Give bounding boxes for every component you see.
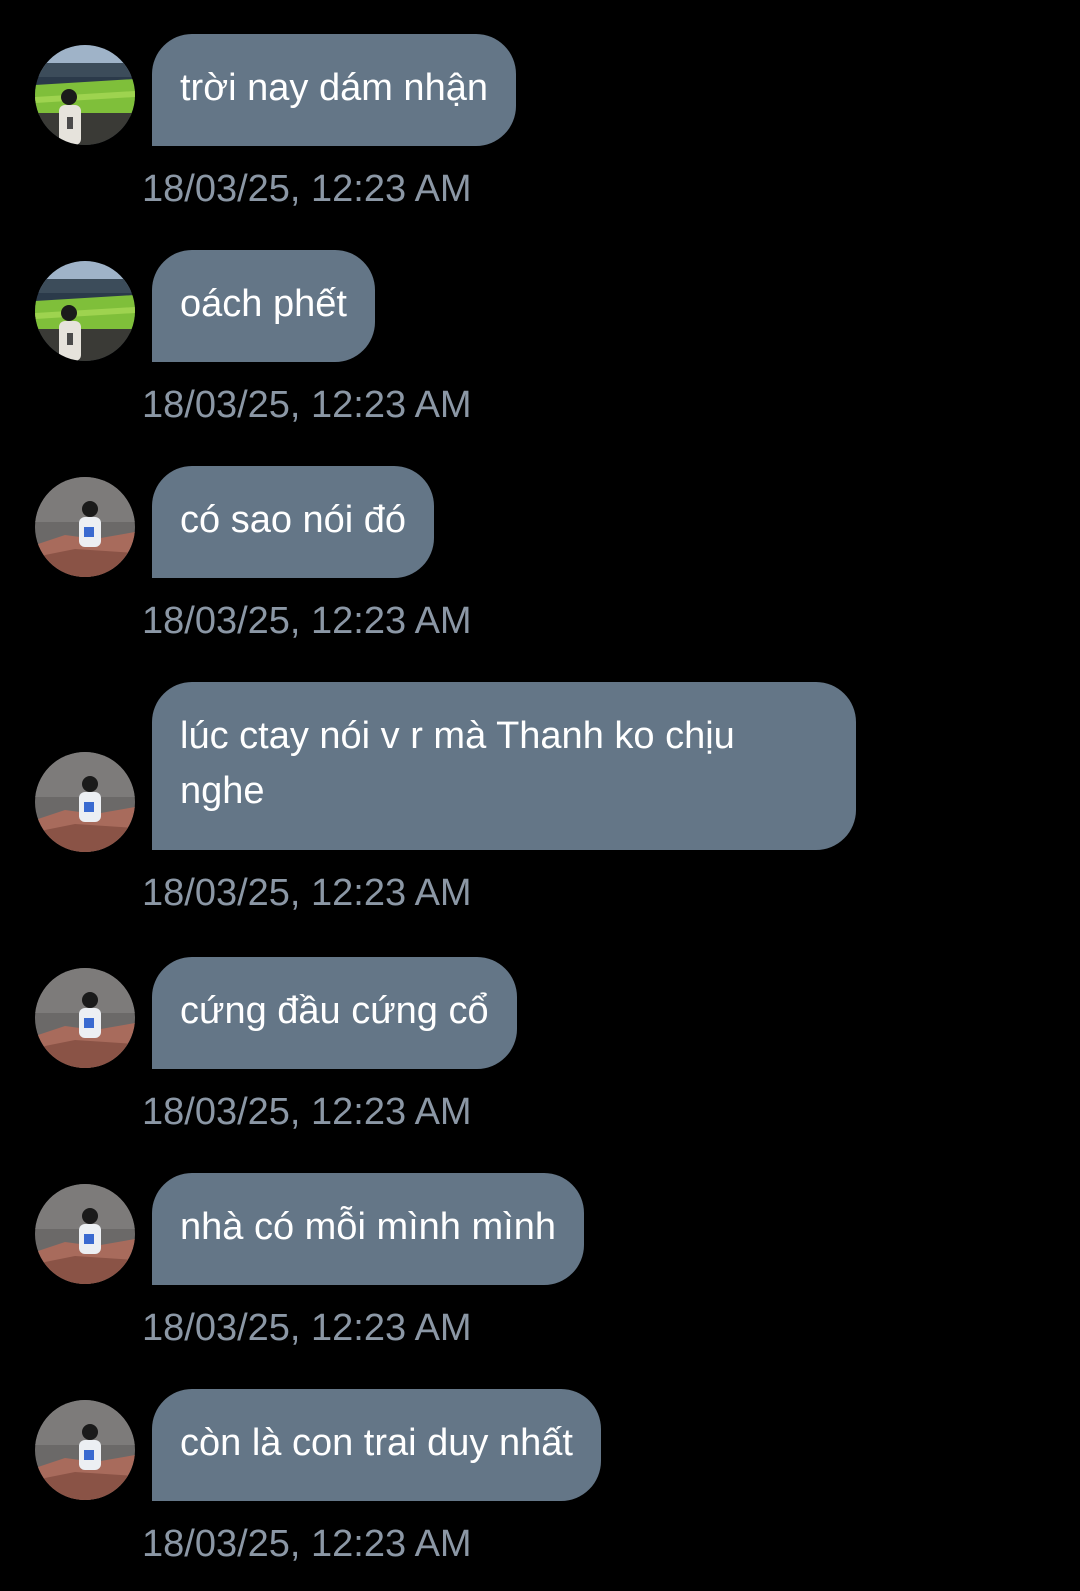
message-timestamp: 18/03/25, 12:23 AM — [142, 1523, 472, 1565]
message-bubble[interactable]: cứng đầu cứng cổ — [152, 957, 517, 1069]
message-timestamp: 18/03/25, 12:23 AM — [142, 168, 472, 210]
stadium-avatar-icon[interactable] — [35, 261, 135, 361]
message-bubble[interactable]: lúc ctay nói v r mà Thanh ko chịu nghe — [152, 682, 856, 850]
message-timestamp: 18/03/25, 12:23 AM — [142, 384, 472, 426]
message-bubble[interactable]: oách phết — [152, 250, 375, 362]
message-bubble[interactable]: còn là con trai duy nhất — [152, 1389, 601, 1501]
cliff-avatar-icon[interactable] — [35, 1184, 135, 1284]
message-timestamp: 18/03/25, 12:23 AM — [142, 872, 472, 914]
cliff-avatar-icon[interactable] — [35, 968, 135, 1068]
message-bubble[interactable]: có sao nói đó — [152, 466, 435, 578]
message-thread: trời nay dám nhận 18/03/25, 12:23 AM oách … — [0, 0, 1080, 1591]
message-bubble[interactable]: trời nay dám nhận — [152, 34, 516, 146]
cliff-avatar-icon[interactable] — [35, 1400, 135, 1500]
cliff-avatar-icon[interactable] — [35, 477, 135, 577]
stadium-avatar-icon[interactable] — [35, 45, 135, 145]
message-bubble[interactable]: nhà có mỗi mình mình — [152, 1173, 584, 1285]
message-timestamp: 18/03/25, 12:23 AM — [142, 1307, 472, 1349]
cliff-avatar-icon[interactable] — [35, 752, 135, 852]
message-timestamp: 18/03/25, 12:23 AM — [142, 1091, 472, 1133]
message-timestamp: 18/03/25, 12:23 AM — [142, 600, 472, 642]
